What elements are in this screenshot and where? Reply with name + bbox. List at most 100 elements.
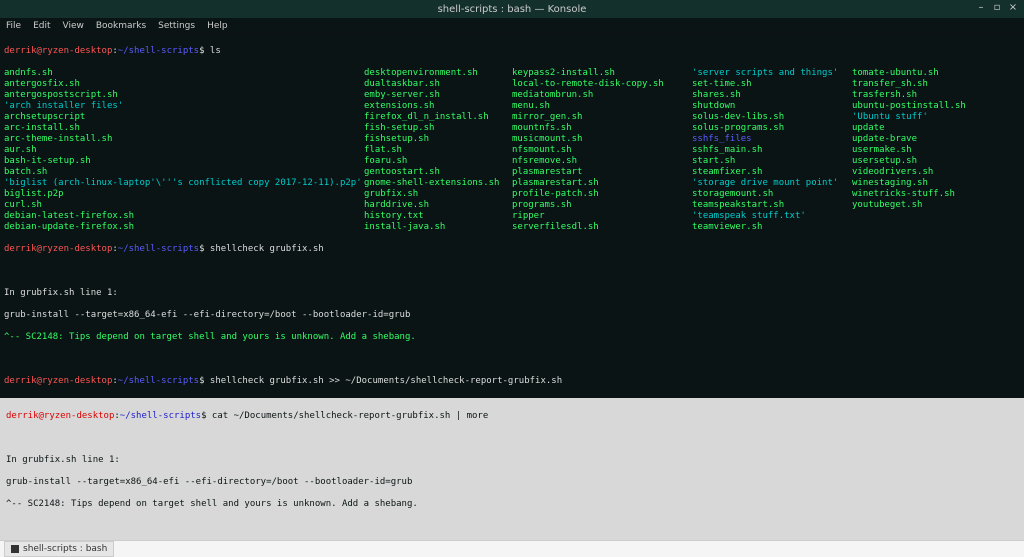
window-title: shell-scripts : bash — Konsole [438,4,587,15]
ls-entry: extensions.sh [364,101,512,112]
ls-entry: usermake.sh [852,145,1020,156]
ls-entry: mirror_gen.sh [512,112,692,123]
ls-entry: batch.sh [4,167,364,178]
ls-entry: update-brave [852,134,1020,145]
ls-entry: keypass2-install.sh [512,68,692,79]
prompt-path: ~/shell-scripts [118,46,199,56]
hl-line1: In grubfix.sh line 1: [6,455,1018,466]
ls-entry: gentoostart.sh [364,167,512,178]
ls-entry: plasmarestart [512,167,692,178]
menu-bookmarks[interactable]: Bookmarks [96,21,146,31]
ls-entry: 'teamspeak stuff.txt' [692,211,852,222]
ls-entry: firefox_dl_n_install.sh [364,112,512,123]
ls-entry: videodrivers.sh [852,167,1020,178]
ls-entry: history.txt [364,211,512,222]
ls-entry: sshfs_main.sh [692,145,852,156]
taskbar-item-label: shell-scripts : bash [23,544,107,554]
ls-entry: shares.sh [692,90,852,101]
ls-entry: storagemount.sh [692,189,852,200]
minimize-button[interactable]: – [976,3,986,13]
ls-entry: nfsmount.sh [512,145,692,156]
cmd-ls: ls [210,46,221,56]
ls-entry: gnome-shell-extensions.sh [364,178,512,189]
ls-entry: sshfs_files [692,134,852,145]
lint-code: grub-install --target=x86_64-efi --efi-d… [4,310,1020,321]
close-button[interactable]: × [1008,3,1018,13]
ls-entry: debian-latest-firefox.sh [4,211,364,222]
cmd-shellcheck: shellcheck grubfix.sh [210,244,324,254]
ls-entry: bash-it-setup.sh [4,156,364,167]
ls-entry: 'storage drive mount point' [692,178,852,189]
ls-entry: trasfersh.sh [852,90,1020,101]
ls-entry: start.sh [692,156,852,167]
titlebar: shell-scripts : bash — Konsole – ▫ × [0,0,1024,18]
ls-entry: antergosfix.sh [4,79,364,90]
ls-entry: plasmarestart.sh [512,178,692,189]
ls-entry: dualtaskbar.sh [364,79,512,90]
ls-entry: solus-programs.sh [692,123,852,134]
window-controls: – ▫ × [976,3,1018,13]
lint-note: ^-- SC2148: Tips depend on target shell … [4,332,1020,343]
ls-entry: programs.sh [512,200,692,211]
ls-entry: harddrive.sh [364,200,512,211]
ls-entry: 'server scripts and things' [692,68,852,79]
ls-entry: 'Ubuntu stuff' [852,112,1020,123]
ls-entry: mountnfs.sh [512,123,692,134]
ls-entry: desktopenvironment.sh [364,68,512,79]
prompt-dollar: $ [199,46,204,56]
ls-entry: ripper [512,211,692,222]
menubar: File Edit View Bookmarks Settings Help [0,18,1024,35]
menu-help[interactable]: Help [207,21,228,31]
taskbar-item-konsole[interactable]: shell-scripts : bash [4,541,114,557]
ls-entry: install-java.sh [364,222,512,233]
menu-view[interactable]: View [63,21,84,31]
ls-entry: solus-dev-libs.sh [692,112,852,123]
menu-edit[interactable]: Edit [33,21,50,31]
ls-entry: musicmount.sh [512,134,692,145]
ls-entry: flat.sh [364,145,512,156]
ls-entry: andnfs.sh [4,68,364,79]
ls-entry: steamfixer.sh [692,167,852,178]
ls-entry: menu.sh [512,101,692,112]
ls-entry: serverfilesdl.sh [512,222,692,233]
ls-entry: youtubeget.sh [852,200,1020,211]
ls-output: andnfs.shantergosfix.shantergospostscrip… [4,68,1020,233]
ls-entry: archsetupscript [4,112,364,123]
terminal-icon [11,545,19,553]
highlighted-output[interactable]: derrik@ryzen-desktop:~/shell-scripts$ ca… [0,398,1024,557]
ls-entry: winestaging.sh [852,178,1020,189]
hl-line3: ^-- SC2148: Tips depend on target shell … [6,499,1018,510]
ls-entry: arc-install.sh [4,123,364,134]
ls-entry: shutdown [692,101,852,112]
ls-entry: curl.sh [4,200,364,211]
cmd-shellcheck-redirect: shellcheck grubfix.sh >> ~/Documents/she… [210,376,562,386]
menu-settings[interactable]: Settings [158,21,195,31]
ls-entry: antergospostscript.sh [4,90,364,101]
ls-entry: arc-theme-install.sh [4,134,364,145]
ls-entry: fishsetup.sh [364,134,512,145]
prompt-user: derrik@ryzen-desktop [4,46,112,56]
cmd-cat-more: cat ~/Documents/shellcheck-report-grubfi… [212,411,488,421]
ls-entry: nfsremove.sh [512,156,692,167]
ls-entry: debian-update-firefox.sh [4,222,364,233]
ls-entry: set-time.sh [692,79,852,90]
ls-entry: mediatombrun.sh [512,90,692,101]
ls-entry: 'arch installer files' [4,101,364,112]
menu-file[interactable]: File [6,21,21,31]
ls-entry: profile-patch.sh [512,189,692,200]
ls-entry: fish-setup.sh [364,123,512,134]
ls-entry: aur.sh [4,145,364,156]
ls-entry: usersetup.sh [852,156,1020,167]
hl-line2: grub-install --target=x86_64-efi --efi-d… [6,477,1018,488]
ls-entry: emby-server.sh [364,90,512,101]
ls-entry: transfer_sh.sh [852,79,1020,90]
terminal-output[interactable]: derrik@ryzen-desktop:~/shell-scripts$ ls… [0,35,1024,398]
taskbar: shell-scripts : bash [0,540,1024,557]
ls-entry: foaru.sh [364,156,512,167]
ls-entry: winetricks-stuff.sh [852,189,1020,200]
lint-heading: In grubfix.sh line 1: [4,288,1020,299]
ls-entry: teamviewer.sh [692,222,852,233]
ls-entry: 'biglist (arch-linux-laptop'\'''s confli… [4,178,364,189]
ls-entry: biglist.p2p [4,189,364,200]
maximize-button[interactable]: ▫ [992,3,1002,13]
